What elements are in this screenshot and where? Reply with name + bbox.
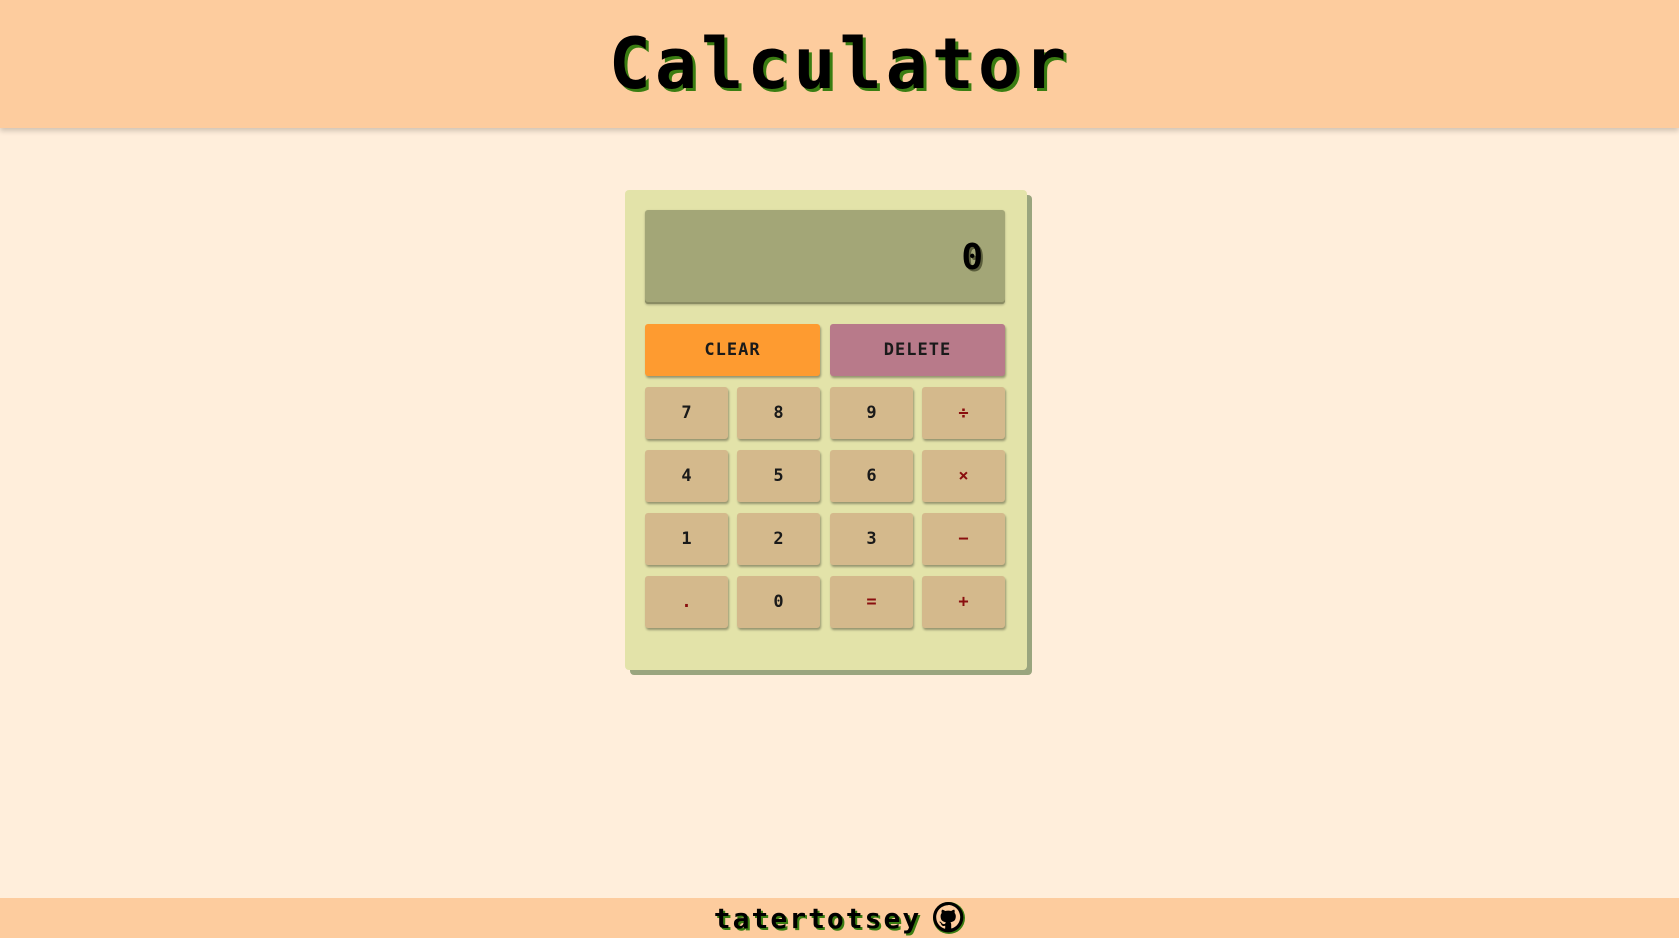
key-5[interactable]: 5 [737, 450, 820, 502]
add-button[interactable]: + [922, 576, 1005, 628]
display-value: 0 [961, 236, 983, 278]
key-1[interactable]: 1 [645, 513, 728, 565]
key-9[interactable]: 9 [830, 387, 913, 439]
multiply-button[interactable]: × [922, 450, 1005, 502]
decimal-button[interactable]: . [645, 576, 728, 628]
subtract-button[interactable]: − [922, 513, 1005, 565]
github-icon[interactable] [933, 902, 966, 934]
clear-button[interactable]: CLEAR [645, 324, 820, 376]
key-6[interactable]: 6 [830, 450, 913, 502]
calculator: 0 CLEAR DELETE 7 8 9 ÷ 4 5 6 × 1 2 3 − .… [625, 190, 1027, 670]
page-title: Calculator [608, 23, 1071, 105]
key-4[interactable]: 4 [645, 450, 728, 502]
delete-button[interactable]: DELETE [830, 324, 1005, 376]
key-7[interactable]: 7 [645, 387, 728, 439]
author-link[interactable]: tatertotsey [714, 902, 921, 935]
equals-button[interactable]: = [830, 576, 913, 628]
key-2[interactable]: 2 [737, 513, 820, 565]
divide-button[interactable]: ÷ [922, 387, 1005, 439]
key-3[interactable]: 3 [830, 513, 913, 565]
calculator-display: 0 [645, 210, 1005, 304]
key-8[interactable]: 8 [737, 387, 820, 439]
page-header: Calculator [0, 0, 1679, 128]
page-footer: tatertotsey [0, 898, 1679, 938]
key-0[interactable]: 0 [737, 576, 820, 628]
